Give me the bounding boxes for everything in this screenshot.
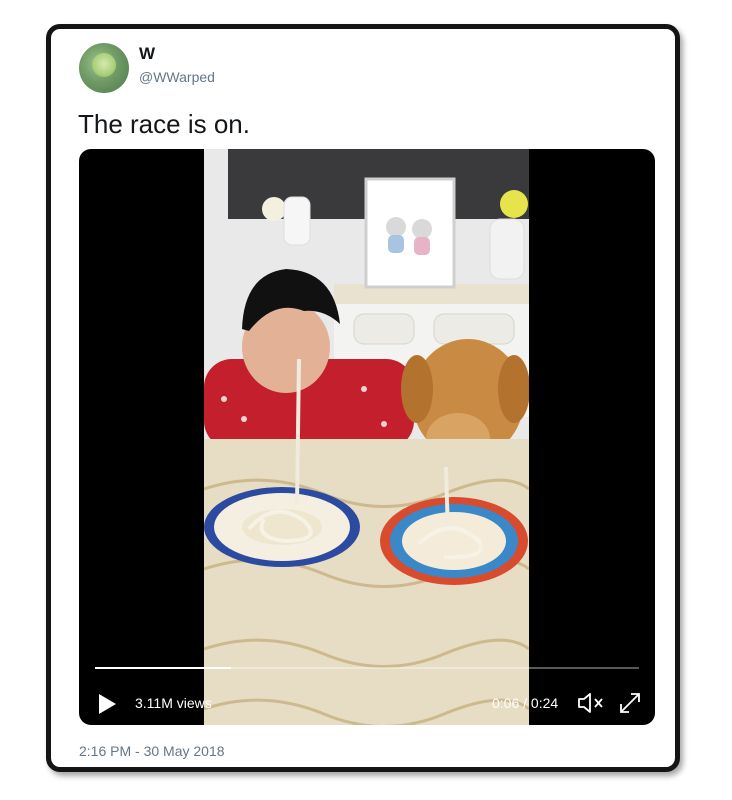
video-frame[interactable] — [204, 149, 529, 725]
author-handle[interactable]: @WWarped — [139, 69, 215, 85]
fullscreen-icon[interactable] — [618, 691, 642, 715]
tweet-text: The race is on. — [78, 109, 250, 139]
tweet-timestamp[interactable]: 2:16 PM - 30 May 2018 — [79, 743, 225, 759]
video-player[interactable]: 3.11M views 0:06 / 0:24 — [79, 149, 655, 725]
author-name[interactable]: W — [139, 44, 155, 64]
playback-time: 0:06 / 0:24 — [492, 695, 559, 711]
volume-muted-icon[interactable] — [577, 691, 605, 715]
view-count: 3.11M views — [135, 695, 212, 711]
tweet-card: W @WWarped The race is on. 3.11M views 0… — [46, 24, 680, 772]
avatar[interactable] — [79, 43, 129, 93]
progress-fill — [95, 667, 231, 669]
play-icon[interactable] — [97, 693, 117, 715]
progress-bar[interactable] — [95, 667, 639, 669]
